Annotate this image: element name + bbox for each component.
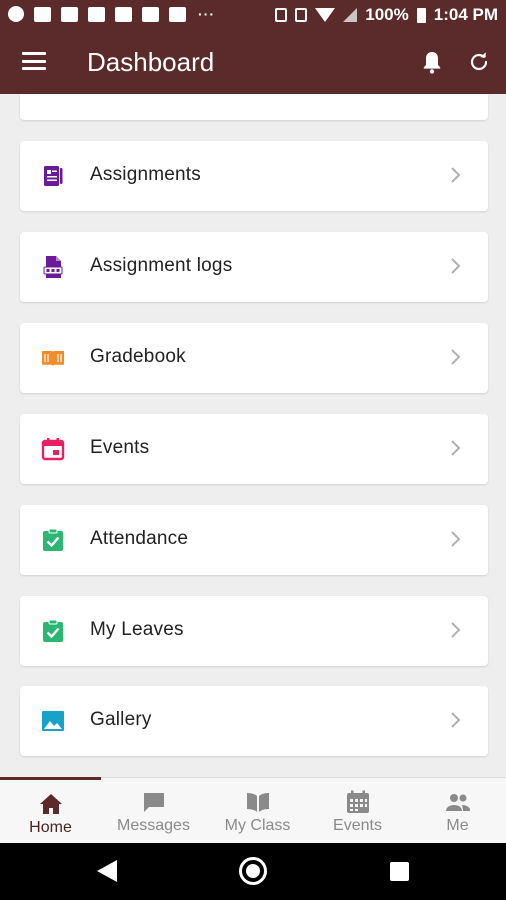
menu-item-gallery[interactable]: Gallery xyxy=(20,686,488,756)
nav-messages[interactable]: Messages xyxy=(103,778,204,844)
wifi-icon xyxy=(315,8,336,22)
nav-me[interactable]: Me xyxy=(407,778,506,844)
nav-label: Events xyxy=(333,817,382,834)
refresh-icon[interactable] xyxy=(467,49,491,75)
vibrate-icon xyxy=(295,8,308,22)
menu-item-label: Attendance xyxy=(90,528,189,549)
chevron-right-icon xyxy=(451,712,461,728)
flag-notification-icon xyxy=(34,6,51,22)
assignment-icon xyxy=(44,166,63,186)
home-icon xyxy=(39,794,62,814)
menu-item-my-leaves[interactable]: My Leaves xyxy=(20,596,488,666)
hamburger-menu-icon[interactable] xyxy=(22,52,46,70)
app-bar: Dashboard xyxy=(0,30,506,94)
chevron-right-icon xyxy=(451,622,461,638)
chevron-right-icon xyxy=(451,258,461,274)
status-bar: ··· 100% 1:04 PM xyxy=(0,0,506,30)
log-file-icon xyxy=(43,256,63,278)
open-book-icon xyxy=(246,793,269,812)
calendar-icon xyxy=(41,438,65,461)
nav-label: Me xyxy=(446,817,469,834)
nav-label: My Class xyxy=(224,817,291,834)
menu-item-gradebook[interactable]: Gradebook xyxy=(20,323,488,393)
bottom-nav: Home Messages My Class Events Me xyxy=(0,777,506,843)
recents-icon[interactable] xyxy=(390,862,409,881)
system-nav-bar xyxy=(0,843,506,900)
menu-item-label: Gallery xyxy=(90,709,152,730)
chevron-right-icon xyxy=(451,531,461,547)
mail-icon xyxy=(88,6,105,22)
image-icon xyxy=(42,711,64,731)
back-icon[interactable] xyxy=(97,860,117,882)
menu-item-events[interactable]: Events xyxy=(20,414,488,484)
app-notification-icon xyxy=(8,6,24,22)
chevron-right-icon xyxy=(451,440,461,456)
menu-item-label: Gradebook xyxy=(90,346,186,367)
chevron-right-icon xyxy=(451,167,461,183)
partial-menu-card[interactable] xyxy=(20,94,488,120)
book-icon xyxy=(42,351,64,366)
people-icon xyxy=(445,794,470,811)
system-indicators: 100% 1:04 PM xyxy=(275,5,498,25)
menu-item-label: My Leaves xyxy=(90,619,184,640)
clock: 1:04 PM xyxy=(433,5,498,24)
youtube-icon xyxy=(142,6,159,22)
bell-icon[interactable] xyxy=(420,49,444,75)
signal-icon xyxy=(343,8,358,22)
nav-events[interactable]: Events xyxy=(307,778,408,844)
clipboard-check-icon xyxy=(43,528,63,551)
menu-item-label: Assignment logs xyxy=(90,255,233,276)
nav-label: Home xyxy=(29,819,72,836)
more-notifications-icon: ··· xyxy=(198,6,215,22)
nav-my-class[interactable]: My Class xyxy=(207,778,308,844)
menu-item-assignment-logs[interactable]: Assignment logs xyxy=(20,232,488,302)
calendar-grid-icon xyxy=(346,790,369,813)
menu-item-assignments[interactable]: Assignments xyxy=(20,141,488,211)
notification-icons: ··· xyxy=(8,6,215,22)
page-title: Dashboard xyxy=(87,47,215,77)
battery-percent: 100% xyxy=(365,5,409,24)
photo-icon xyxy=(115,6,132,22)
chat-icon xyxy=(143,793,164,812)
bluetooth-icon xyxy=(275,8,288,22)
battery-icon xyxy=(416,7,426,23)
menu-item-label: Events xyxy=(90,437,150,458)
menu-item-label: Assignments xyxy=(90,164,201,185)
menu-item-attendance[interactable]: Attendance xyxy=(20,505,488,575)
nav-home[interactable]: Home xyxy=(0,777,101,843)
nav-label: Messages xyxy=(117,817,190,834)
chevron-right-icon xyxy=(451,349,461,365)
gmail-icon xyxy=(61,6,78,22)
clipboard-check-icon xyxy=(43,619,63,642)
home-button-icon[interactable] xyxy=(239,857,267,885)
youtube-icon xyxy=(169,6,186,22)
